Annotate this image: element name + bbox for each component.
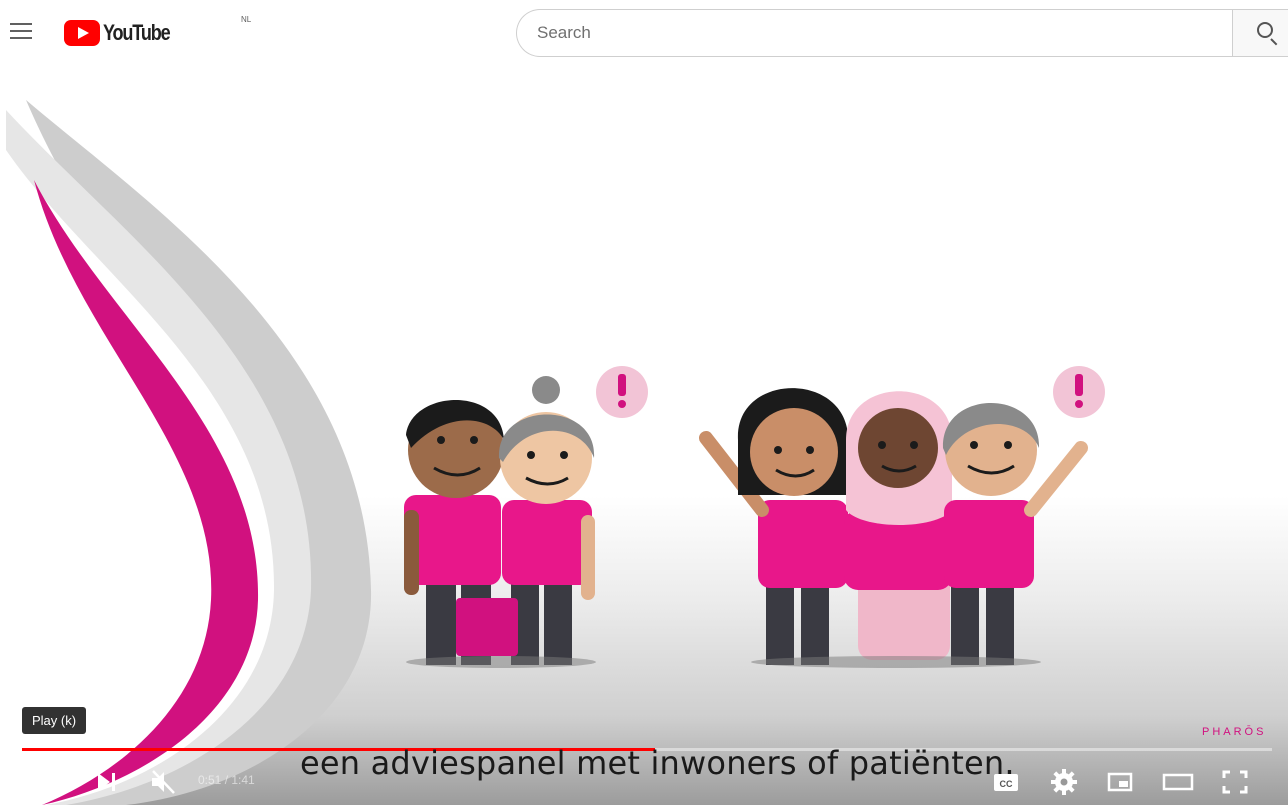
masthead: YouTube NL (0, 0, 1288, 64)
miniplayer-icon[interactable] (1105, 767, 1135, 797)
search-button[interactable] (1232, 9, 1288, 57)
settings-gear-icon[interactable] (1049, 767, 1079, 797)
subtitle-caption: een adviespanel met inwoners of patiënte… (300, 744, 1015, 782)
search-box (516, 9, 1232, 57)
search-input[interactable] (517, 10, 1232, 56)
person-woman-hijab (844, 391, 952, 660)
youtube-logo[interactable]: YouTube NL (64, 15, 251, 48)
play-tooltip: Play (k) (22, 707, 87, 734)
time-display: 0:51 / 1:41 (198, 773, 255, 787)
fullscreen-icon[interactable] (1220, 767, 1250, 797)
hamburger-menu-icon[interactable] (8, 20, 34, 42)
pharos-watermark: PHARŌS (1202, 726, 1267, 738)
pharos-swoosh-graphic (6, 100, 372, 805)
mute-icon[interactable] (149, 767, 177, 797)
play-icon[interactable] (36, 767, 62, 797)
logo-text: YouTube (103, 20, 171, 45)
theater-mode-icon[interactable] (1161, 767, 1195, 797)
youtube-play-logo-icon (64, 20, 100, 46)
video-frame (6, 100, 1105, 805)
search-icon (1257, 22, 1273, 38)
logo-country-code: NL (241, 15, 252, 24)
person-grandfather (942, 403, 1088, 665)
person-girl (699, 388, 849, 665)
svg-text:CC: CC (1000, 779, 1013, 789)
next-icon[interactable] (94, 767, 120, 797)
video-player[interactable]: Play (k) PHARŌS een adviespanel met inwo… (6, 70, 1288, 805)
subtitles-cc-icon[interactable]: CC (991, 767, 1021, 797)
